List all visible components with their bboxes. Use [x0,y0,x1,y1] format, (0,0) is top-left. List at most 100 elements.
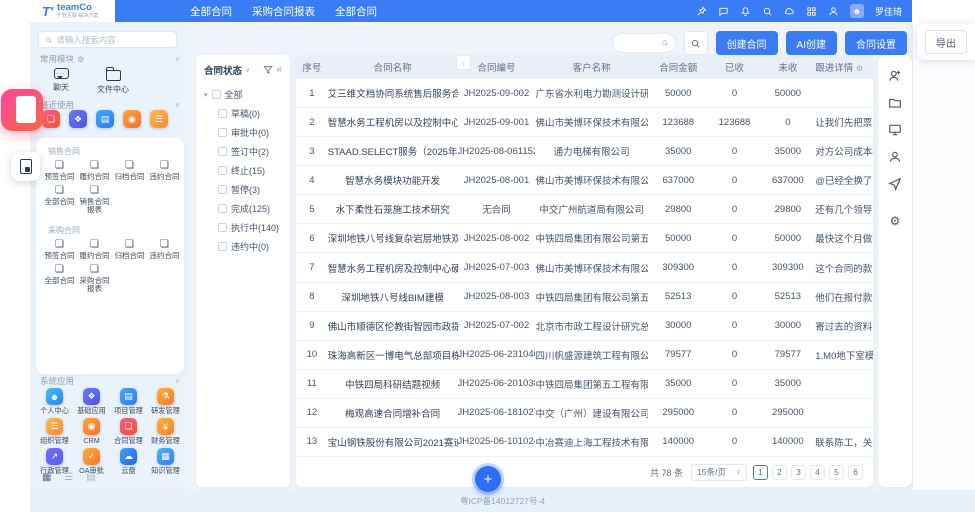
chevron-down-icon[interactable]: ∨ [175,101,180,109]
tree-node-status[interactable]: 完成(125) [204,199,284,218]
system-app[interactable]: ☻ 个人中心 [36,388,73,416]
pin-icon[interactable] [696,6,707,17]
contract-settings-button[interactable]: 合同设置 [845,31,907,55]
table-row[interactable]: 5 水下柔性石笼施工技术研究 无合同 中交广州航道局有限公司 29800 0 2… [296,195,873,224]
table-row[interactable]: 4 智慧水务模块功能开发 JH2025-08-001 佛山市美博环保技术有限公司… [296,166,873,195]
table-row[interactable]: 13 宝山钢铁股份有限公司2021赛迪上... JH2025-06-101024… [296,428,873,457]
checkbox[interactable] [218,109,227,118]
page-number-button[interactable]: 2 [772,465,787,480]
recent-app-icon[interactable]: ☰ [150,110,168,128]
table-row[interactable]: 7 智慧水务工程机房及控制中心硬件... JH2025-07-003 佛山市美博… [296,253,873,282]
ai-create-button[interactable]: AI创建 [786,31,837,55]
list-view-icon[interactable]: ▤ [86,472,95,483]
folder-icon[interactable] [888,96,902,110]
cloud-icon[interactable] [784,6,795,17]
table-row[interactable]: 1 艾三维文档协同系统售后服务合同 JH2025-09-002 广东省水利电力勘… [296,79,873,108]
page-number-button[interactable]: 3 [791,465,806,480]
col-header-amount[interactable]: 合同金额 [648,60,709,74]
contacts-icon[interactable] [828,6,839,17]
col-header-received[interactable]: 已收 [709,60,761,74]
checkbox[interactable] [218,204,227,213]
checkbox[interactable] [218,185,227,194]
contract-shortcut[interactable]: ❏ 违约合同 [147,161,182,182]
quick-search-input[interactable] [612,33,676,53]
contract-shortcut[interactable]: ❏ 归档合同 [112,161,147,182]
system-app[interactable]: ▦ 知识管理 [147,448,184,476]
header-nav-item[interactable]: 全部合同 [190,4,232,19]
page-number-button[interactable]: 5 [829,465,844,480]
contract-shortcut[interactable]: ❏ 采购合同报表 [77,265,112,294]
chevron-down-icon[interactable]: ∨ [245,66,250,74]
user-name[interactable]: 罗佳琦 [875,5,902,18]
header-nav-item[interactable]: 采购合同报表 [252,4,315,19]
page-number-button[interactable]: 4 [810,465,825,480]
col-header-index[interactable]: 序号 [296,60,328,74]
brand-logo[interactable]: T' teamCo 千软互联 解决方案 [30,0,115,22]
col-header-followup[interactable]: 跟进详情 ⚙ [815,60,873,74]
page-size-select[interactable]: 15条/页 ∨ [691,464,747,481]
funnel-filter-icon[interactable] [263,65,273,75]
recent-app-icon[interactable]: ❖ [69,110,87,128]
search-button[interactable] [684,31,708,55]
checkbox[interactable] [212,90,221,99]
system-app[interactable]: ❖ 基础应用 [73,388,110,416]
system-app[interactable]: ¥ 财务管理 [147,418,184,446]
checkbox[interactable] [218,242,227,251]
system-app[interactable]: ☰ 组织管理 [36,418,73,446]
recent-app-icon[interactable]: ◉ [123,110,141,128]
tree-node-status[interactable]: 草稿(0) [204,104,284,123]
tree-caret-icon[interactable]: ▾ [204,91,208,99]
section-common-modules[interactable]: 常用模块 ⚙ ∨ [30,52,190,66]
table-row[interactable]: 12 梅观高速合同增补合同 JH2025-06-181027 中交（广州）建设有… [296,399,873,428]
table-row[interactable]: 3 STAAD.SELECT服务（2025年9月1... JH2025-08-0… [296,137,873,166]
contract-shortcut[interactable]: ❏ 全部合同 [42,186,77,215]
next-page-button[interactable]: › [456,55,471,70]
recent-app-icon[interactable]: ▤ [96,110,114,128]
chevron-down-icon[interactable]: ∨ [175,55,180,63]
send-flag-icon[interactable] [888,177,902,191]
contract-shortcut[interactable]: ❏ 履约合同 [77,161,112,182]
user-avatar[interactable]: ☻ [850,4,864,18]
floating-contract-app-icon[interactable] [1,89,43,131]
checkbox[interactable] [218,147,227,156]
table-row[interactable]: 6 深圳地铁八号线复杂岩层地铁双模... JH2025-08-002 中铁四局集… [296,224,873,253]
tree-node-status[interactable]: 执行中(140) [204,218,284,237]
floating-add-button[interactable]: + [475,466,501,492]
create-contract-button[interactable]: 创建合同 [716,31,778,55]
contract-shortcut[interactable]: ❏ 归档合同 [112,240,147,261]
tree-node-status[interactable]: 审批中(0) [204,123,284,142]
table-row[interactable]: 10 珠海高新区一博电气总部项目栋建B... JH2025-06-231040 … [296,341,873,370]
tree-node-status[interactable]: 违约中(0) [204,237,284,256]
col-header-name[interactable]: 合同名称 [328,60,458,74]
apps-grid-icon[interactable] [806,6,817,17]
contract-shortcut[interactable]: ❏ 预签合同 [42,240,77,261]
table-row[interactable]: 8 深圳地铁八号线BIM建模 JH2025-08-003 中铁四局集团有限公司第… [296,283,873,312]
page-number-button[interactable]: 6 [848,465,863,480]
system-app[interactable]: ☁ 云盘 [110,448,147,476]
checkbox[interactable] [218,166,227,175]
sidebar-item-file-center[interactable]: 文件中心 [94,68,132,95]
menu-view-icon[interactable]: ☰ [64,472,73,483]
system-app[interactable]: ▤ 项目管理 [110,388,147,416]
system-app[interactable]: ◉ CRM [73,418,110,446]
tree-node-all[interactable]: ▾ 全部 [204,85,284,104]
message-icon[interactable] [718,6,729,17]
system-app[interactable]: ❏ 合同管理 [110,418,147,446]
gear-icon[interactable]: ⚙ [856,64,863,73]
sidebar-search-input[interactable] [56,35,170,45]
chevron-down-icon[interactable]: ∨ [175,377,180,385]
floating-document-shortcut-icon[interactable] [11,152,40,181]
section-system-apps[interactable]: 系统应用 ∨ [30,374,190,388]
sidebar-search[interactable] [38,31,177,48]
table-row[interactable]: 11 中铁四局科研结题视频 JH2025-06-201038 中铁四局集团第五工… [296,370,873,399]
header-nav-item[interactable]: 全部合同 [335,4,377,19]
contract-shortcut[interactable]: ❏ 销售合同报表 [77,186,112,215]
export-button[interactable]: 导出 [925,30,967,54]
filter-title[interactable]: 合同状态 [204,63,242,77]
monitor-icon[interactable] [888,123,902,137]
bell-icon[interactable] [740,6,751,17]
grid-view-icon[interactable]: ▦ [42,472,51,483]
tree-node-status[interactable]: 暂停(3) [204,180,284,199]
col-header-customer[interactable]: 客户名称 [535,60,648,74]
checkbox[interactable] [218,223,227,232]
